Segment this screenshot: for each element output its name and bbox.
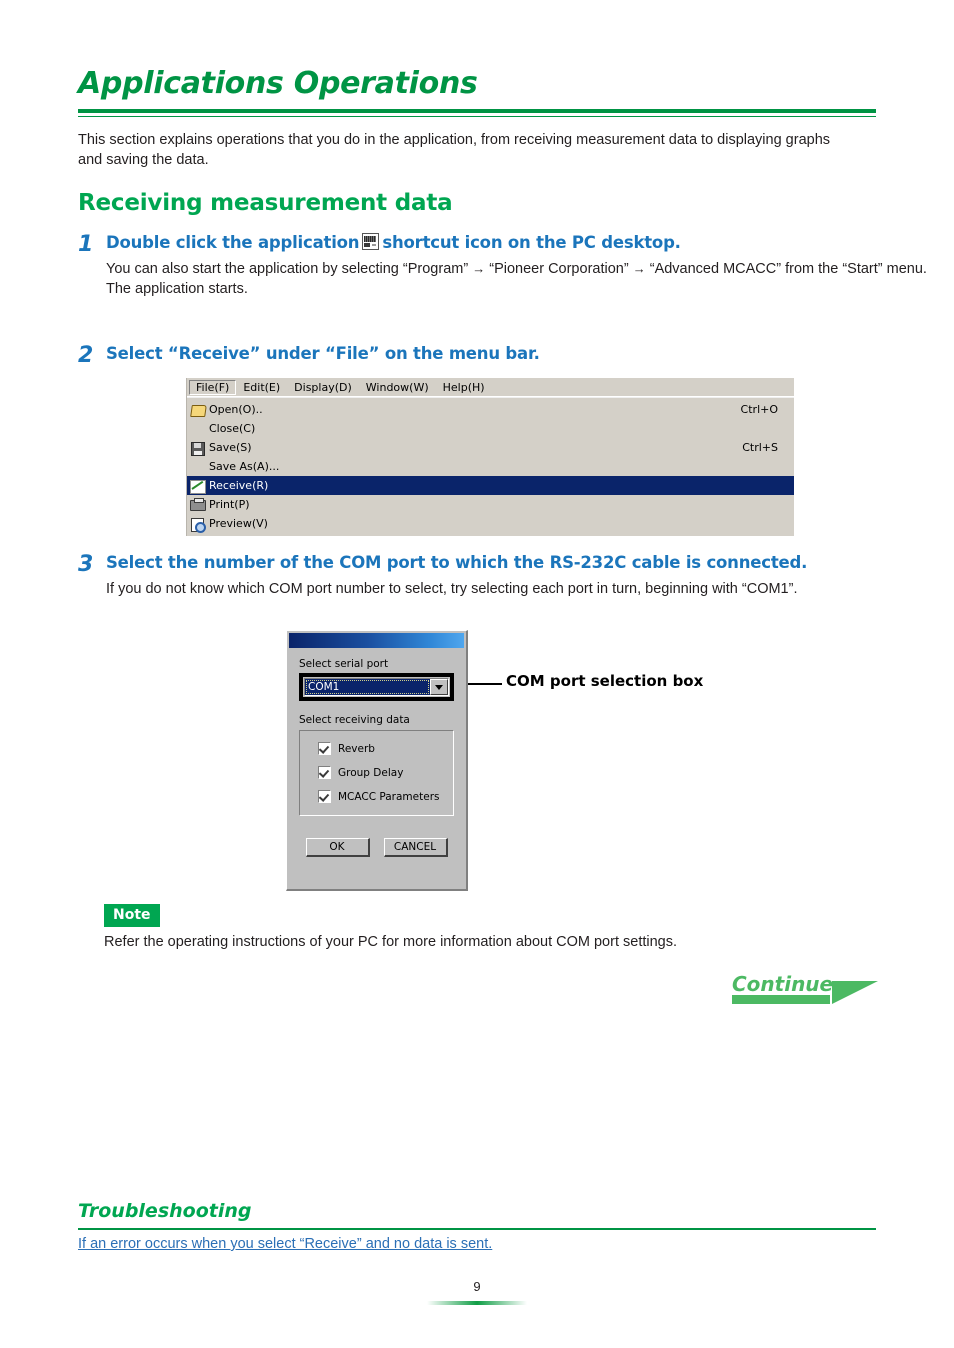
- checkbox-label-group-delay: Group Delay: [338, 766, 404, 779]
- dialog-title-bar: [289, 633, 464, 648]
- checkmark-icon-mcacc-parameters[interactable]: [318, 790, 331, 803]
- serial-port-label: Select serial port: [299, 658, 389, 670]
- preview-magnifier-icon: [187, 516, 209, 533]
- step-2-number: 2: [78, 343, 94, 368]
- continue-arrow-icon: [832, 981, 878, 1004]
- menu-item-close-icon-slot: [187, 421, 209, 437]
- note-text: Refer the operating instructions of your…: [104, 934, 678, 950]
- step-1-body-text-b: “Pioneer Corporation”: [489, 261, 629, 277]
- arrow-right-icon-2: →: [632, 261, 646, 276]
- troubleshooting-rule: [78, 1228, 876, 1230]
- menu-item-open-label: Open(O)..: [209, 403, 263, 416]
- graph-line-icon: [187, 478, 209, 494]
- app-shortcut-icon: [362, 233, 380, 250]
- step-3: 3 Select the number of the COM port to w…: [78, 552, 866, 599]
- folder-open-icon: [187, 402, 209, 418]
- menu-item-open[interactable]: Open(O).. Ctrl+O: [187, 400, 794, 419]
- com-port-selection-box-highlight: COM1: [299, 673, 454, 701]
- step-1-title-part1: Double click the application: [106, 233, 360, 252]
- step-1-title: Double click the application shortcut ico…: [106, 232, 927, 254]
- footer-accent-bar: [427, 1301, 527, 1305]
- continue-indicator: Continue: [732, 972, 878, 1006]
- file-menu-screenshot: File(F) Edit(E) Display(D) Window(W) Hel…: [186, 378, 794, 536]
- menu-item-preview[interactable]: Preview(V): [187, 514, 794, 533]
- receiving-data-group: Reverb Group Delay MCACC Parameters: [299, 730, 454, 816]
- menu-item-receive-label: Receive(R): [209, 479, 269, 492]
- ok-button[interactable]: OK: [305, 838, 370, 857]
- step-1-title-part2: shortcut icon on the PC desktop.: [382, 233, 681, 252]
- note-badge: Note: [104, 904, 160, 927]
- menu-item-save-as-icon-slot: [187, 459, 209, 475]
- menu-bar-item-help[interactable]: Help(H): [436, 380, 492, 395]
- com-port-dialog: Select serial port COM1 Select receiving…: [286, 630, 468, 891]
- dialog-buttons: OK CANCEL: [299, 838, 454, 857]
- dialog-body: Select serial port COM1 Select receiving…: [287, 648, 466, 857]
- menu-bar-item-file[interactable]: File(F): [189, 379, 237, 395]
- menu-item-print-label: Print(P): [209, 498, 250, 511]
- printer-icon: [187, 497, 209, 513]
- step-1-body-text-a: You can also start the application by se…: [106, 261, 469, 277]
- menu-item-receive[interactable]: Receive(R): [187, 476, 794, 495]
- continue-label: Continue: [732, 972, 834, 996]
- menu-bar-item-edit[interactable]: Edit(E): [236, 380, 287, 395]
- menu-item-print[interactable]: Print(P): [187, 495, 794, 514]
- step-1: 1 Double click the application shortcut i…: [78, 232, 927, 299]
- menu-item-close[interactable]: Close(C): [187, 419, 794, 438]
- section-heading: Receiving measurement data: [78, 190, 453, 216]
- intro-paragraph: This section explains operations that yo…: [78, 132, 831, 168]
- page-title: Applications Operations: [78, 66, 478, 101]
- menu-item-save-as-label: Save As(A)...: [209, 460, 280, 473]
- step-1-body-text-d: The application starts.: [106, 281, 248, 297]
- file-dropdown-menu: Open(O).. Ctrl+O Close(C) Save(S) Ctrl+S…: [187, 397, 794, 533]
- continue-bar: [732, 995, 830, 1004]
- arrow-right-icon-1: →: [472, 261, 486, 276]
- chevron-down-icon[interactable]: [430, 679, 448, 695]
- menu-item-save-as[interactable]: Save As(A)...: [187, 457, 794, 476]
- menu-item-save[interactable]: Save(S) Ctrl+S: [187, 438, 794, 457]
- step-3-title: Select the number of the COM port to whi…: [106, 553, 808, 572]
- page-number: 9: [473, 1279, 481, 1294]
- receiving-data-label: Select receiving data: [299, 714, 410, 726]
- title-rule-thin: [78, 116, 876, 117]
- checkmark-icon-reverb[interactable]: [318, 742, 331, 755]
- menu-item-close-label: Close(C): [209, 422, 256, 435]
- menu-item-save-accel: Ctrl+S: [742, 441, 778, 454]
- menu-bar-item-window[interactable]: Window(W): [359, 380, 436, 395]
- floppy-disk-icon: [187, 440, 209, 456]
- com-port-select[interactable]: COM1: [304, 678, 449, 696]
- step-3-number: 3: [78, 552, 94, 577]
- callout-leader-line: [468, 683, 502, 685]
- checkbox-label-reverb: Reverb: [338, 742, 375, 755]
- menu-item-save-label: Save(S): [209, 441, 252, 454]
- menu-item-preview-label: Preview(V): [209, 517, 268, 530]
- step-1-number: 1: [78, 232, 94, 257]
- step-1-body-text-c: “Advanced MCACC” from the “Start” menu.: [649, 261, 927, 277]
- checkbox-label-mcacc-parameters: MCACC Parameters: [338, 790, 440, 803]
- troubleshooting-link[interactable]: If an error occurs when you select “Rece…: [78, 1234, 492, 1254]
- callout-label-com-port-selection-box: COM port selection box: [506, 672, 704, 690]
- checkbox-row-mcacc-parameters[interactable]: MCACC Parameters: [318, 790, 453, 803]
- menu-bar-item-display[interactable]: Display(D): [287, 380, 359, 395]
- step-2-title: Select “Receive” under “File” on the men…: [106, 344, 540, 363]
- menu-bar: File(F) Edit(E) Display(D) Window(W) Hel…: [187, 378, 794, 397]
- cancel-button[interactable]: CANCEL: [383, 838, 448, 857]
- step-3-body: If you do not know which COM port number…: [106, 581, 798, 597]
- checkbox-row-reverb[interactable]: Reverb: [318, 742, 453, 755]
- title-rule-thick: [78, 109, 876, 113]
- troubleshooting-heading: Troubleshooting: [78, 1200, 252, 1222]
- com-port-selected-value: COM1: [305, 679, 430, 695]
- menu-item-open-accel: Ctrl+O: [740, 403, 778, 416]
- checkbox-row-group-delay[interactable]: Group Delay: [318, 766, 453, 779]
- step-2: 2 Select “Receive” under “File” on the m…: [78, 343, 540, 368]
- checkmark-icon-group-delay[interactable]: [318, 766, 331, 779]
- step-1-body: You can also start the application by se…: [106, 259, 927, 299]
